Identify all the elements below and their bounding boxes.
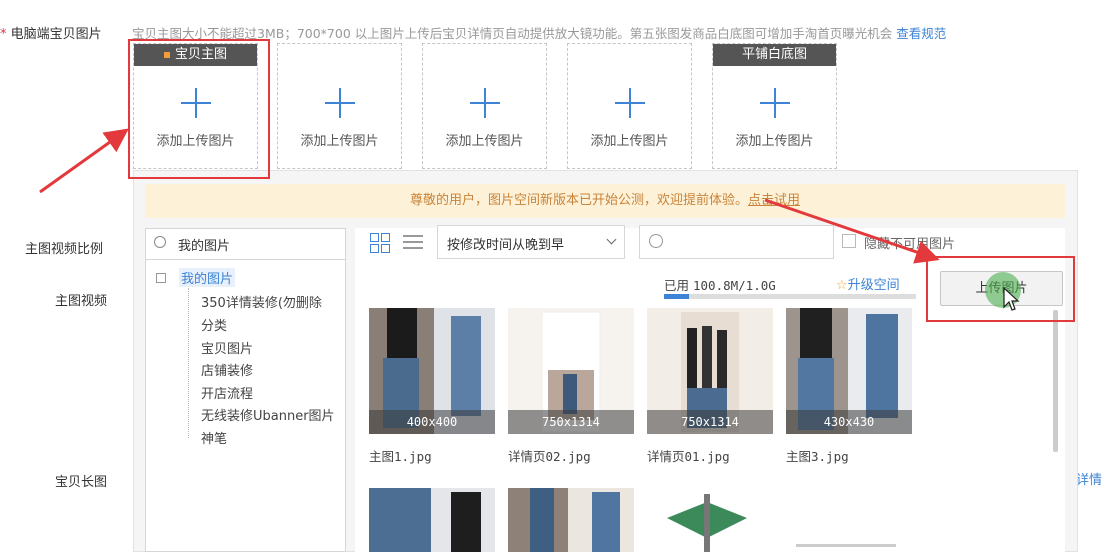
annotation-arrows [39, 128, 940, 264]
arrow-to-main-slot [39, 128, 129, 194]
arrow-to-upload-button [764, 198, 940, 264]
